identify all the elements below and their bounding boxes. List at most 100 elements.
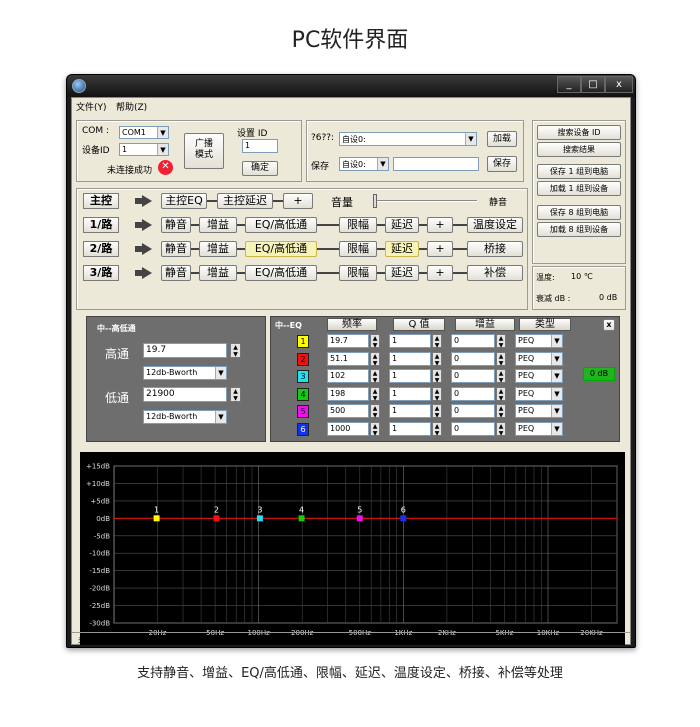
load-button[interactable]: 加载 (487, 131, 517, 147)
band-q-spin[interactable]: ▲ ▼ (432, 351, 442, 367)
gain-button[interactable]: 增益 (199, 265, 237, 281)
band-type-select[interactable]: PEQ ▼ (515, 351, 563, 366)
limit-button[interactable]: 限幅 (339, 217, 377, 233)
lowpass-freq-input[interactable]: 21900 (143, 387, 227, 402)
zero-db-button[interactable]: 0 dB (583, 367, 615, 381)
save-button[interactable]: 保存 (487, 156, 517, 172)
band-gain-spin[interactable]: ▲ ▼ (496, 369, 506, 384)
confirm-button[interactable]: 确定 (242, 161, 278, 176)
eq-button[interactable]: EQ/高低通 (245, 217, 317, 233)
plus-button[interactable]: + (427, 217, 453, 233)
delay-button[interactable]: 延迟 (385, 265, 419, 281)
band-freq-input[interactable]: 19.7 (327, 334, 369, 348)
com-select[interactable]: COM1 ▼ (119, 126, 169, 139)
band-freq-spin[interactable]: ▲ ▼ (370, 334, 380, 349)
channel-settings-area: 中--高低通 高通 19.7 ▲ ▼ 12db-Bworth ▼ 低通 21900 … (76, 310, 626, 450)
mute-button[interactable]: 静音 (161, 265, 191, 281)
band-gain-spin[interactable]: ▲ ▼ (496, 351, 506, 367)
limit-button[interactable]: 限幅 (339, 241, 377, 257)
search-device-button[interactable]: 搜索设备 ID (537, 125, 621, 140)
load-group8-button[interactable]: 加载 8 组到设备 (537, 222, 621, 237)
band-gain-spin[interactable]: ▲ ▼ (496, 334, 506, 349)
band-q-input[interactable]: 1 (389, 369, 431, 383)
band-q-spin[interactable]: ▲ ▼ (432, 386, 442, 402)
band-q-input[interactable]: 1 (389, 386, 431, 401)
mute-button[interactable]: 静音 (161, 241, 191, 257)
mute-button[interactable]: 静音 (161, 217, 191, 233)
band-type-select[interactable]: PEQ ▼ (515, 334, 563, 348)
band-gain-input[interactable]: 0 (451, 386, 495, 401)
bridge-button[interactable]: 桥接 (467, 241, 523, 257)
band-gain-input[interactable]: 0 (451, 369, 495, 383)
maximize-button[interactable]: □ (581, 76, 605, 93)
delay-button[interactable]: 延迟 (385, 217, 419, 233)
band-q-input[interactable]: 1 (389, 351, 431, 366)
band-q-spin[interactable]: ▲ ▼ (432, 369, 442, 384)
eq-button[interactable]: EQ/高低通 (245, 265, 317, 281)
band-freq-input[interactable]: 198 (327, 386, 369, 401)
delay-button[interactable]: 延迟 (385, 241, 419, 257)
set-id-input[interactable]: 1 (242, 139, 278, 153)
band-gain-input[interactable]: 0 (451, 334, 495, 348)
gain-button[interactable]: 增益 (199, 217, 237, 233)
band-freq-spin[interactable]: ▲ ▼ (370, 351, 380, 367)
band-type-select[interactable]: PEQ ▼ (515, 386, 563, 401)
save-group8-button[interactable]: 保存 8 组到电脑 (537, 205, 621, 220)
band-q-input[interactable]: 1 (389, 404, 431, 418)
band-freq-spin[interactable]: ▲ ▼ (370, 421, 380, 437)
load-group1-button[interactable]: 加载 1 组到设备 (537, 181, 621, 196)
band-freq-spin[interactable]: ▲ ▼ (370, 404, 380, 419)
menu-help[interactable]: 帮助(Z) (116, 100, 147, 113)
band-gain-input[interactable]: 0 (451, 351, 495, 366)
band-freq-input[interactable]: 51.1 (327, 351, 369, 366)
compensation-button[interactable]: 补偿 (467, 265, 523, 281)
band-number-chip: 2 (297, 352, 309, 366)
plus-button[interactable]: + (427, 241, 453, 257)
band-freq-input[interactable]: 102 (327, 369, 369, 383)
band-type-select[interactable]: PEQ ▼ (515, 369, 563, 383)
lowpass-type-select[interactable]: 12db-Bworth ▼ (143, 410, 227, 424)
save-preset-select[interactable]: 自设0: ▼ (339, 157, 389, 171)
volume-slider-track[interactable] (373, 200, 477, 202)
band-freq-spin[interactable]: ▲ ▼ (370, 369, 380, 384)
save-group1-button[interactable]: 保存 1 组到电脑 (537, 164, 621, 179)
band-freq-input[interactable]: 500 (327, 404, 369, 418)
close-window-button[interactable]: x (605, 76, 633, 93)
search-result-button[interactable]: 搜索结果 (537, 142, 621, 157)
highpass-spin[interactable]: ▲ ▼ (230, 343, 241, 358)
master-delay-button[interactable]: 主控延迟 (217, 193, 273, 209)
temperature-setting-button[interactable]: 温度设定 (467, 217, 523, 233)
eq-button-selected[interactable]: EQ/高低通 (245, 241, 317, 257)
save-name-input[interactable] (393, 157, 479, 171)
highpass-freq-input[interactable]: 19.7 (143, 343, 227, 358)
highpass-type-select[interactable]: 12db-Bworth ▼ (143, 366, 227, 380)
broadcast-mode-button[interactable]: 广播 模式 (184, 133, 224, 169)
gain-button[interactable]: 增益 (199, 241, 237, 257)
band-q-input[interactable]: 1 (389, 421, 431, 436)
master-plus-button[interactable]: + (283, 193, 313, 209)
plus-button[interactable]: + (427, 265, 453, 281)
band-gain-spin[interactable]: ▲ ▼ (496, 386, 506, 402)
menu-file[interactable]: 文件(Y) (76, 100, 107, 113)
master-eq-button[interactable]: 主控EQ (161, 193, 207, 209)
band-gain-input[interactable]: 0 (451, 421, 495, 436)
band-q-spin[interactable]: ▲ ▼ (432, 421, 442, 437)
band-q-spin[interactable]: ▲ ▼ (432, 334, 442, 349)
lowpass-spin[interactable]: ▲ ▼ (230, 387, 241, 402)
band-q-input[interactable]: 1 (389, 334, 431, 348)
chevron-down-icon: ▼ (551, 422, 562, 435)
band-type-select[interactable]: PEQ ▼ (515, 404, 563, 418)
close-eq-button[interactable]: x (603, 319, 615, 331)
band-freq-input[interactable]: 1000 (327, 421, 369, 436)
load-preset-select[interactable]: 自设0: ▼ (339, 132, 477, 146)
band-gain-input[interactable]: 0 (451, 404, 495, 418)
minimize-button[interactable]: _ (557, 76, 581, 93)
limit-button[interactable]: 限幅 (339, 265, 377, 281)
band-type-select[interactable]: PEQ ▼ (515, 421, 563, 436)
device-id-select[interactable]: 1 ▼ (119, 143, 169, 156)
band-gain-spin[interactable]: ▲ ▼ (496, 404, 506, 419)
band-q-spin[interactable]: ▲ ▼ (432, 404, 442, 419)
volume-slider-thumb[interactable] (373, 194, 377, 208)
band-gain-spin[interactable]: ▲ ▼ (496, 421, 506, 437)
band-freq-spin[interactable]: ▲ ▼ (370, 386, 380, 402)
